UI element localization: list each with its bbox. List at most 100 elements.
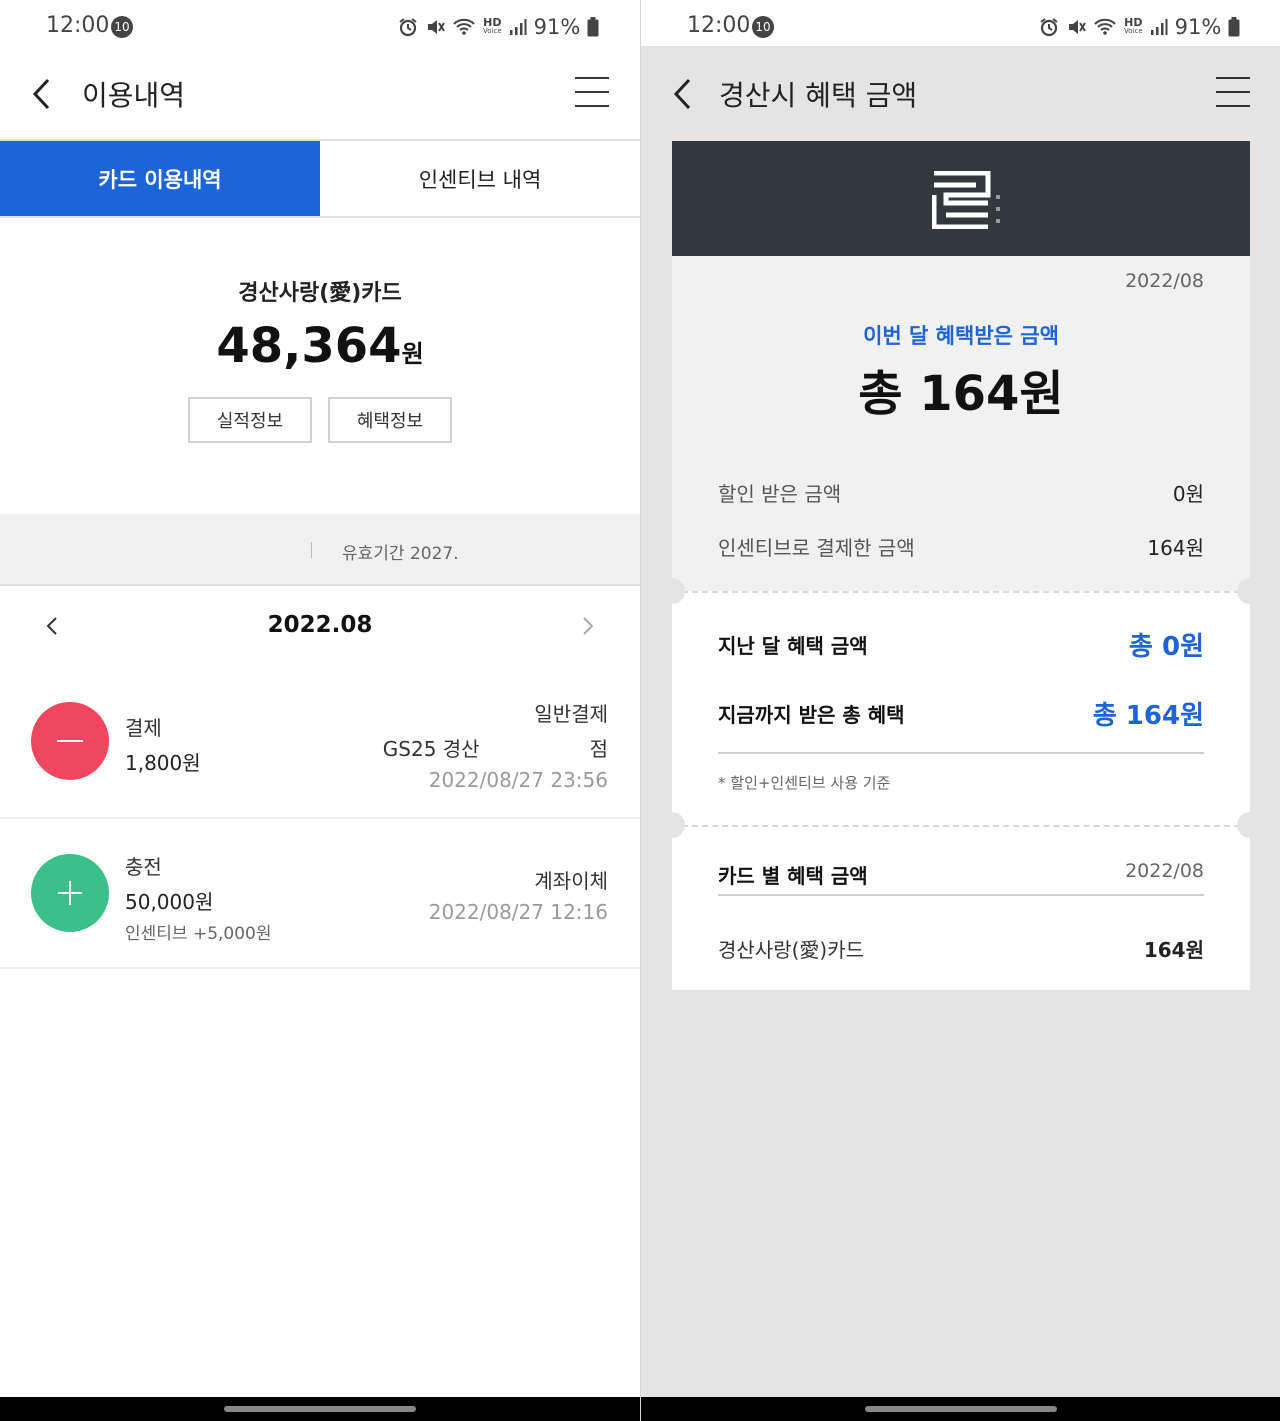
ticket-notch [1237, 578, 1263, 604]
minus-icon [31, 702, 109, 780]
transaction-row[interactable]: 충전 50,000원 인센티브 +5,000원 계좌이체 2022/08/27 … [0, 819, 640, 969]
app-bar: 이용내역 [0, 46, 640, 141]
page-title: 이용내역 [82, 79, 186, 112]
mute-icon [428, 20, 445, 34]
last-month-benefit: 지난 달 혜택 금액 총 0원 [718, 626, 1204, 663]
validity-text: 유효기간 2027. [342, 544, 459, 564]
monthly-benefit-headline: 이번 달 혜택받은 금액 [863, 324, 1059, 348]
transaction-type: 결제 [125, 716, 162, 740]
notification-count-badge: 10 [752, 16, 774, 38]
signal-icon [509, 19, 527, 35]
battery-icon [587, 17, 599, 37]
per-card-row: 경산사랑(愛)카드 164원 [718, 934, 1204, 963]
per-card-month: 2022/08 [1125, 860, 1204, 882]
benefit-info-button[interactable]: 혜택정보 [328, 397, 452, 443]
hamburger-menu-icon[interactable] [1216, 77, 1250, 107]
store-name: GS25 경산 점 [383, 733, 608, 762]
home-handle[interactable] [865, 1406, 1057, 1412]
per-card-value: 164원 [1143, 938, 1204, 962]
hd-voice-icon: HD Voice [1124, 16, 1143, 35]
battery-percent: 91% [1174, 15, 1222, 39]
benefit-row-value: 0원 [1172, 482, 1204, 506]
validity-bar: 유효기간 2027. [0, 514, 640, 586]
gyeongsan-logo-icon [932, 171, 1000, 229]
balance-value: 48,364 [216, 318, 402, 374]
status-time: 12:00 [46, 13, 110, 38]
payment-method: 계좌이체 [534, 869, 608, 893]
benefit-row-value: 164원 [1147, 536, 1204, 560]
ticket-notch [1237, 812, 1263, 838]
ticket-notch [659, 578, 685, 604]
month-navigator: 2022.08 [0, 596, 640, 656]
ticket-notch [659, 812, 685, 838]
benefit-row: 인센티브로 결제한 금액 164원 [718, 532, 1204, 561]
chevron-right-icon[interactable] [576, 611, 600, 641]
balance-unit: 원 [401, 340, 424, 368]
status-icons: HD Voice 91% [1039, 15, 1240, 39]
tab-card-usage[interactable]: 카드 이용내역 [0, 141, 320, 216]
transaction-amount: 1,800원 [125, 751, 201, 775]
card-info-buttons: 실적정보 혜택정보 [188, 397, 452, 443]
app-bar: 경산시 혜택 금액 [641, 46, 1280, 141]
store-name-line1: GS25 경산 [382, 737, 480, 761]
benefit-row-label: 할인 받은 금액 [718, 482, 842, 506]
payment-method: 일반결제 [534, 702, 608, 726]
incentive-amount: 인센티브 +5,000원 [125, 924, 272, 944]
status-bar: 12:00 10 HD Voice 91% [641, 0, 1280, 46]
benefit-row: 할인 받은 금액 0원 [718, 478, 1204, 507]
per-card-name: 경산사랑(愛)카드 [718, 938, 865, 962]
transaction-date: 2022/08/27 23:56 [428, 768, 608, 792]
signal-icon [1150, 19, 1168, 35]
history-tabs: 카드 이용내역 인센티브 내역 [0, 141, 640, 218]
wifi-icon [1094, 18, 1116, 35]
cumulative-value: 총 164원 [1092, 701, 1204, 731]
monthly-benefit-total: 총 164원 [858, 366, 1064, 422]
month-label: 2022.08 [267, 612, 373, 638]
ticket-scalloped-edge [672, 984, 1250, 996]
divider [718, 894, 1204, 896]
divider [311, 542, 312, 558]
transaction-type: 충전 [125, 855, 162, 879]
alarm-icon [1040, 18, 1058, 37]
back-arrow-icon[interactable] [667, 74, 701, 114]
notification-count-badge: 10 [111, 16, 133, 38]
battery-percent: 91% [533, 15, 581, 39]
hamburger-menu-icon[interactable] [575, 77, 609, 107]
back-arrow-icon[interactable] [26, 74, 60, 114]
usage-history-screen: 12:00 10 HD Voice 91% 이용내역 카드 이용내역 인센티브 내… [0, 0, 640, 1421]
cumulative-label: 지금까지 받은 총 혜택 [718, 703, 905, 727]
last-month-value: 총 0원 [1129, 632, 1204, 662]
home-indicator [0, 1397, 640, 1421]
home-handle[interactable] [224, 1406, 416, 1412]
wifi-icon [453, 18, 475, 35]
tab-incentive-history[interactable]: 인센티브 내역 [320, 141, 640, 216]
mute-icon [1069, 20, 1086, 34]
performance-info-button[interactable]: 실적정보 [188, 397, 312, 443]
cumulative-benefit: 지금까지 받은 총 혜택 총 164원 [718, 695, 1204, 732]
last-month-label: 지난 달 혜택 금액 [718, 634, 868, 658]
card-name: 경산사랑(愛)카드 [238, 281, 402, 306]
benefit-ticket: 2022/08 이번 달 혜택받은 금액 총 164원 할인 받은 금액 0원 … [672, 256, 1250, 990]
benefit-note: * 할인+인센티브 사용 기준 [718, 774, 891, 792]
per-card-header: 카드 별 혜택 금액 2022/08 [718, 860, 1204, 889]
perforation [672, 825, 1250, 827]
benefit-month: 2022/08 [1125, 270, 1204, 292]
divider [718, 752, 1204, 754]
plus-icon [31, 854, 109, 932]
ticket-summary: 2022/08 이번 달 혜택받은 금액 총 164원 할인 받은 금액 0원 … [672, 256, 1250, 591]
home-indicator [641, 1397, 1280, 1421]
status-time: 12:00 [687, 13, 751, 38]
status-icons: HD Voice 91% [398, 15, 599, 39]
alarm-icon [399, 18, 417, 37]
hd-voice-icon: HD Voice [483, 16, 502, 35]
transaction-amount: 50,000원 [125, 890, 214, 914]
status-bar: 12:00 10 HD Voice 91% [0, 0, 640, 46]
benefit-row-label: 인센티브로 결제한 금액 [718, 536, 915, 560]
transaction-date: 2022/08/27 12:16 [428, 900, 608, 924]
transaction-row[interactable]: 결제 1,800원 일반결제 GS25 경산 점 2022/08/27 23:5… [0, 670, 640, 819]
perforation [672, 591, 1250, 593]
benefit-amount-screen: 12:00 10 HDVoice 91% 경산시 혜택 금액 2022/08 [640, 0, 1280, 1421]
per-card-title: 카드 별 혜택 금액 [718, 864, 868, 888]
card-balance: 48,364원 [0, 318, 640, 374]
store-name-line2: 점 [589, 737, 608, 761]
